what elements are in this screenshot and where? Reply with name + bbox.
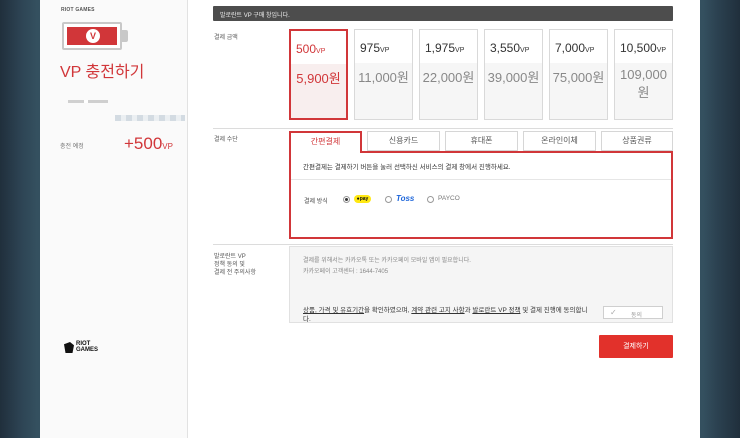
radio-toss[interactable] — [385, 196, 392, 203]
price-option-975[interactable]: 975VP 11,000원 — [354, 29, 413, 120]
price-option-price: 22,000원 — [422, 70, 475, 85]
section-divider — [213, 128, 673, 129]
masked-account-id — [115, 115, 185, 121]
section-divider — [213, 244, 673, 245]
riot-games-brand: RIOT GAMES — [61, 7, 95, 13]
riot-fist-icon — [64, 342, 74, 353]
price-option-vp: 3,550VP — [490, 41, 530, 55]
charge-amount-unit: VP — [162, 142, 173, 151]
pay-method-label: 결제 방식 — [304, 199, 328, 205]
riot-games-logo: RIOT GAMES — [64, 341, 108, 354]
price-option-price: 39,000원 — [487, 70, 540, 85]
toss-logo[interactable]: Toss — [396, 194, 414, 203]
masked-account-info — [68, 100, 108, 103]
battery-icon: V — [62, 22, 122, 50]
price-option-vp: 975VP — [360, 41, 390, 55]
notice-section-label: 발로란트 VP 정책 동의 및 결제 전 주의사항 — [214, 254, 256, 276]
battery-cap — [122, 30, 128, 42]
link-contract-notice[interactable]: 계약 관련 고지 사항 — [411, 307, 464, 314]
price-option-price: 109,000원 — [620, 67, 667, 100]
price-option-1975[interactable]: 1,975VP 22,000원 — [419, 29, 478, 120]
link-product-info[interactable]: 상품, 가격 및 유효기간 — [303, 307, 364, 314]
easy-pay-description: 간편결제는 결제하기 버튼을 눌러 선택하신 서비스의 결제 창에서 진행하세요… — [303, 164, 511, 171]
tab-credit-card[interactable]: 신용카드 — [367, 131, 440, 151]
valorant-icon: V — [86, 29, 100, 43]
riot-logo-text: RIOT GAMES — [76, 341, 99, 353]
agree-button-label: 동의 — [631, 313, 643, 319]
price-option-vp: 500VP — [296, 42, 326, 56]
agree-button[interactable]: ✓ 동의 — [603, 306, 663, 319]
radio-payco[interactable] — [427, 196, 434, 203]
easy-pay-panel: 간편결제는 결제하기 버튼을 눌러 선택하신 서비스의 결제 창에서 진행하세요… — [289, 151, 673, 239]
charge-label: 충전 예정 — [60, 144, 84, 150]
agreement-text: 상품, 가격 및 유효기간을 확인하였으며, 계약 관련 고지 사항과 발로란트… — [303, 307, 588, 323]
charge-amount-value: +500 — [124, 134, 163, 153]
check-icon: ✓ — [610, 308, 617, 317]
page-title: VP 충전하기 — [60, 64, 145, 81]
notice-line: 결제를 위해서는 카카오톡 또는 카카오페이 모바일 앱이 필요합니다. — [303, 258, 471, 264]
payment-window: RIOT GAMES V VP 충전하기 충전 예정 +500VP RIOT GA… — [40, 0, 700, 438]
price-option-vp: 10,500VP — [620, 41, 667, 55]
price-option-price: 11,000원 — [358, 70, 409, 85]
method-section-label: 결제 수단 — [214, 137, 238, 143]
panel-divider — [291, 179, 671, 180]
notice-text: 발로란트 VP 구매 창입니다. — [220, 13, 290, 19]
price-option-7000[interactable]: 7,000VP 75,000원 — [549, 29, 608, 120]
price-option-500[interactable]: 500VP 5,900원 — [289, 29, 348, 120]
kakaopay-logo[interactable]: ●pay — [354, 195, 371, 203]
tab-bank-transfer[interactable]: 온라인이체 — [523, 131, 596, 151]
pay-button[interactable]: 결제하기 — [599, 335, 673, 358]
tab-easy-pay[interactable]: 간편결제 — [289, 131, 362, 153]
notice-bar: 발로란트 VP 구매 창입니다. — [213, 6, 673, 21]
battery-fill: V — [67, 27, 117, 45]
notice-line: 카카오페이 고객센터 : 1644-7405 — [303, 269, 389, 275]
price-option-10500[interactable]: 10,500VP 109,000원 — [614, 29, 673, 120]
notice-box[interactable]: 결제를 위해서는 카카오톡 또는 카카오페이 모바일 앱이 필요합니다. 카카오… — [289, 246, 673, 323]
price-option-vp: 7,000VP — [555, 41, 595, 55]
charge-amount: +500VP — [124, 134, 173, 154]
price-option-price: 75,000원 — [552, 70, 605, 85]
tab-mobile[interactable]: 휴대폰 — [445, 131, 518, 151]
amount-section-label: 결제 금액 — [214, 35, 238, 41]
payco-logo[interactable]: PAYCO — [438, 195, 460, 202]
link-vp-policy[interactable]: 발로란트 VP 정책 — [472, 307, 520, 314]
tab-gift-card[interactable]: 상품권류 — [601, 131, 673, 151]
price-option-price: 5,900원 — [296, 71, 341, 86]
radio-kakaopay[interactable] — [343, 196, 350, 203]
sidebar: RIOT GAMES V VP 충전하기 충전 예정 +500VP RIOT GA… — [40, 0, 188, 438]
price-option-3550[interactable]: 3,550VP 39,000원 — [484, 29, 543, 120]
price-option-vp: 1,975VP — [425, 41, 465, 55]
